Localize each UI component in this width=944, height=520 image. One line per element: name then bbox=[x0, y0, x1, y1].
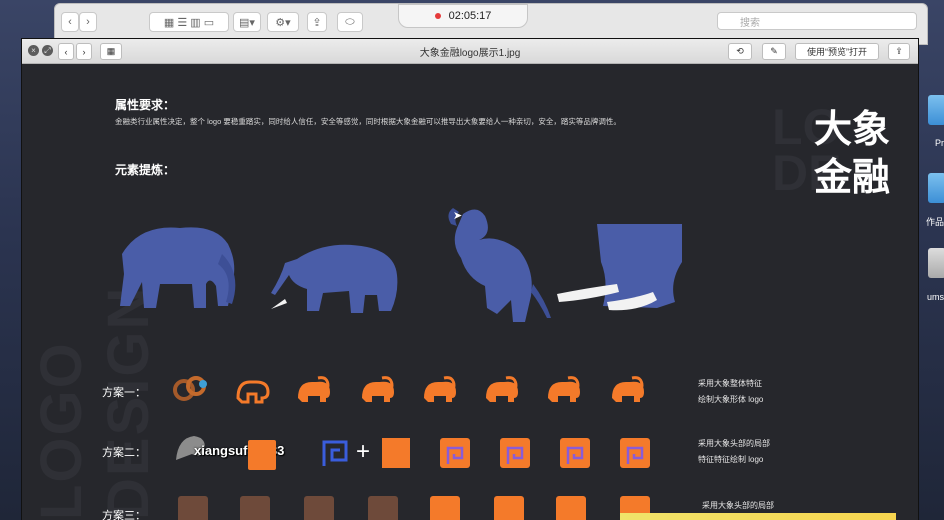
elephant-photo-3 bbox=[448, 208, 551, 322]
markup-icon[interactable]: ✎ bbox=[762, 43, 786, 60]
orange-square bbox=[248, 440, 276, 470]
attr-description: 金融类行业属性决定，整个 logo 要稳重踏实，同时给人信任，安全等感觉，同时根… bbox=[115, 117, 621, 126]
logo-concept-sketch bbox=[240, 496, 270, 520]
desktop-label-3: ums bbox=[926, 292, 944, 302]
elephant-logo-filled bbox=[362, 376, 394, 402]
folder-icon[interactable] bbox=[928, 173, 944, 203]
share-icon[interactable]: ⇪ bbox=[888, 43, 910, 60]
tag-icon[interactable]: ⬭ bbox=[337, 12, 363, 32]
row1-note: 采用大象整体特征 绘制大象形体 logo bbox=[698, 379, 764, 404]
folder-icon[interactable] bbox=[928, 95, 944, 125]
elephant-logo-filled bbox=[548, 376, 580, 402]
logo-concept bbox=[494, 496, 524, 520]
subtitle-bar bbox=[620, 513, 896, 520]
gear-icon[interactable]: ⚙▾ bbox=[267, 12, 299, 32]
orange-square bbox=[382, 438, 410, 468]
logo-concept bbox=[440, 438, 470, 468]
desktop-label-1: Pr bbox=[935, 138, 944, 148]
logo-concept bbox=[430, 496, 460, 520]
back-button[interactable]: ‹ bbox=[61, 12, 79, 32]
plus-sign: + bbox=[356, 438, 371, 465]
logo-concept bbox=[500, 438, 530, 468]
rotate-icon[interactable]: ⟲ bbox=[728, 43, 752, 60]
elephant-photo-1 bbox=[120, 227, 236, 308]
logo-concept-sketch bbox=[178, 496, 208, 520]
mouse-cursor-icon: ➤ bbox=[453, 210, 463, 222]
search-input[interactable]: 搜索 bbox=[717, 12, 917, 30]
elephant-logo-filled bbox=[298, 376, 330, 402]
preview-image: LOGO DESIGN LO DE 属性要求： 金融类行业属性决定，整个 logo… bbox=[22, 64, 918, 520]
view-mode-switcher[interactable]: ▦ ☰ ▥ ▭ bbox=[149, 12, 229, 32]
element-heading: 元素提炼： bbox=[115, 163, 176, 177]
logo-concept-sketch bbox=[368, 496, 398, 520]
attr-heading: 属性要求： bbox=[115, 98, 176, 112]
logo-concept bbox=[560, 438, 590, 468]
record-indicator-icon bbox=[434, 13, 441, 19]
watermark-text: LOGO DESIGN bbox=[29, 285, 161, 520]
elephant-logo-filled bbox=[486, 376, 518, 402]
recording-timer[interactable]: 02:05:17 bbox=[398, 4, 528, 28]
timer-text: 02:05:17 bbox=[448, 10, 492, 22]
row2-label: 方案二： bbox=[102, 447, 146, 459]
logo-concept bbox=[620, 438, 650, 468]
row3-note: 采用大象头部的局部 bbox=[702, 501, 774, 510]
row3-label: 方案三： bbox=[102, 510, 146, 520]
brand-name: 大象 金融 bbox=[814, 106, 890, 202]
sketch-logo-1 bbox=[173, 376, 207, 401]
quicklook-toolbar: × ⤢ ‹ › ▦ 大象金融logo展示1.jpg ⟲ ✎ 使用“预览”打开 ⇪ bbox=[22, 39, 918, 64]
quicklook-window: × ⤢ ‹ › ▦ 大象金融logo展示1.jpg ⟲ ✎ 使用“预览”打开 ⇪… bbox=[22, 39, 918, 520]
logo-concept-sketch bbox=[304, 496, 334, 520]
elephant-logo-filled bbox=[612, 376, 644, 402]
row1-label: 方案一： bbox=[102, 387, 146, 399]
file-icon[interactable] bbox=[928, 248, 944, 278]
elephant-logo-filled bbox=[424, 376, 456, 402]
brand-line-1: 大象 bbox=[814, 109, 891, 151]
logo-concept bbox=[556, 496, 586, 520]
elephant-photo-4 bbox=[557, 224, 682, 311]
desktop-label-2: 作品 bbox=[925, 217, 944, 227]
brand-line-2: 金融 bbox=[814, 157, 891, 199]
elephant-photo-2 bbox=[271, 244, 398, 313]
arrange-button[interactable]: ▤▾ bbox=[233, 12, 261, 32]
share-icon[interactable]: ⇪ bbox=[307, 12, 327, 32]
forward-button[interactable]: › bbox=[79, 12, 97, 32]
spiral-icon bbox=[322, 440, 348, 466]
elephant-logo-outline bbox=[236, 380, 270, 404]
open-with-preview-button[interactable]: 使用“预览”打开 bbox=[795, 43, 879, 60]
row2-note: 采用大象头部的局部 特征特征绘制 logo bbox=[698, 439, 770, 464]
